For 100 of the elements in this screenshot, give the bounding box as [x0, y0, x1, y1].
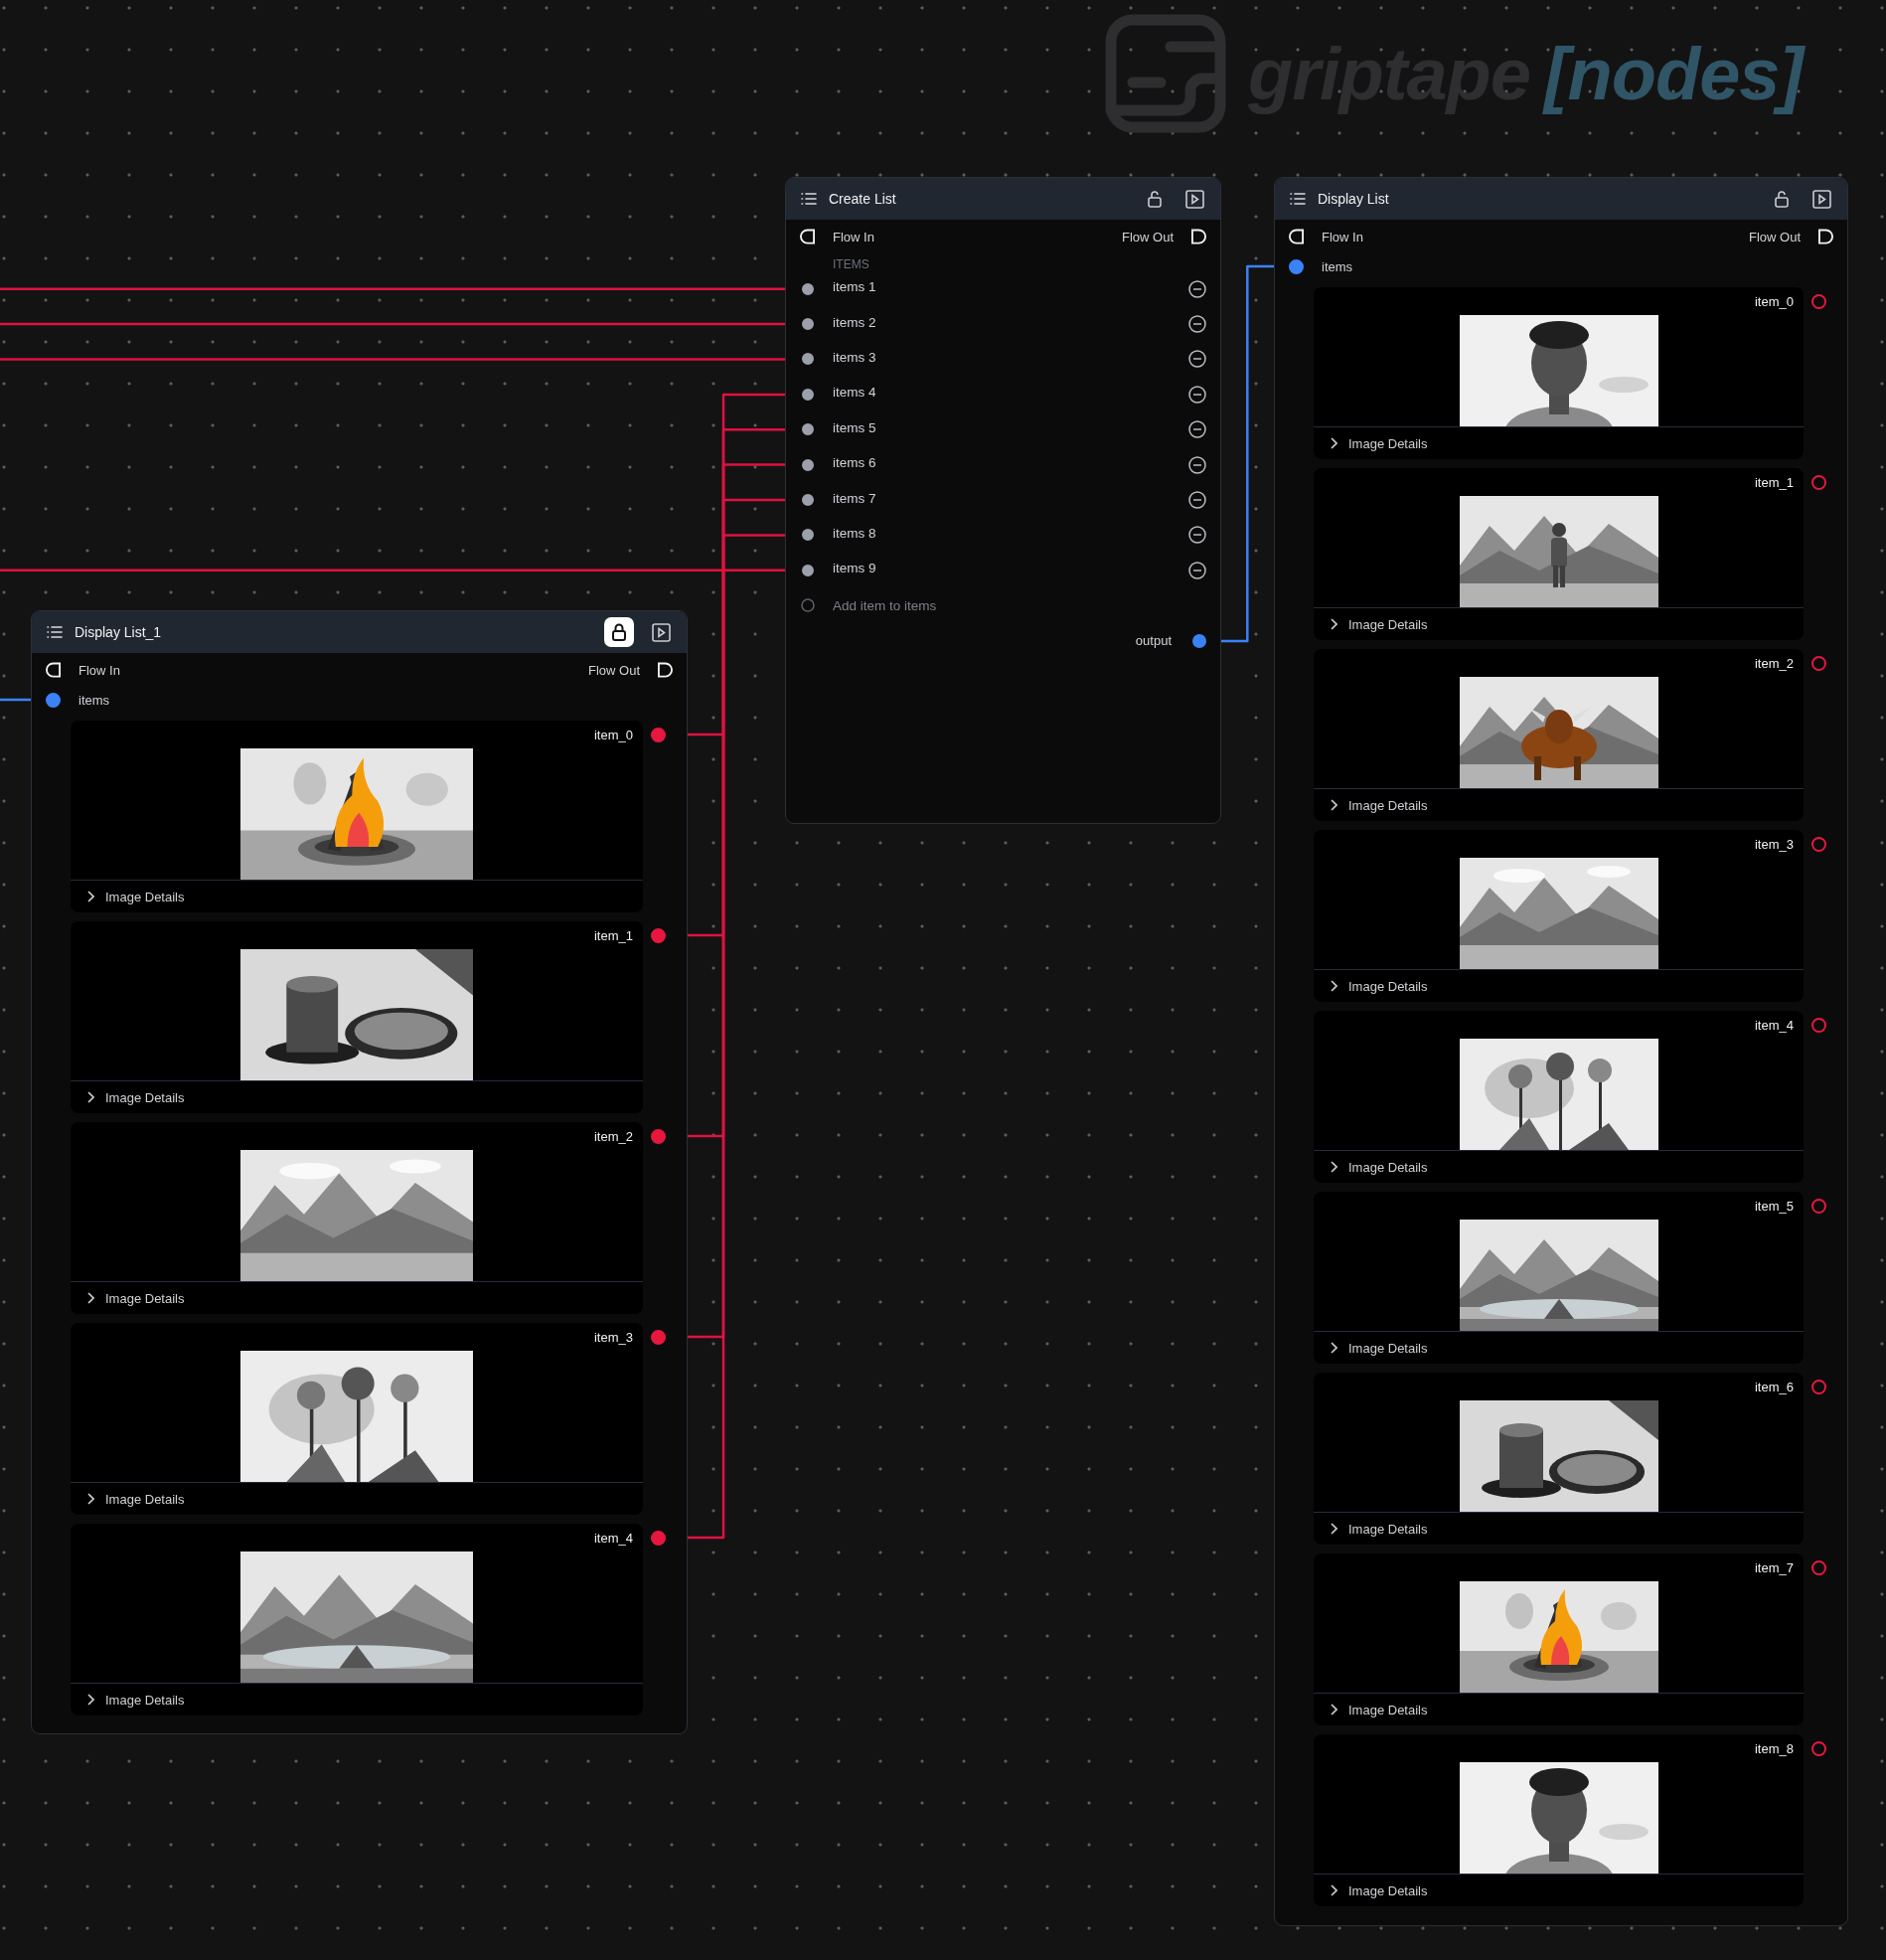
output-label: item_0 — [593, 727, 633, 742]
input-port[interactable] — [801, 458, 814, 471]
logo-text: [nodes] — [1543, 31, 1804, 116]
output-label: item_2 — [1754, 655, 1794, 671]
image-details-toggle[interactable]: Image Details — [86, 889, 185, 904]
output-label: item_0 — [1754, 293, 1794, 309]
port-label: Flow In — [1322, 229, 1363, 245]
output-port[interactable] — [650, 727, 666, 742]
image-details-toggle[interactable]: Image Details — [86, 1290, 185, 1306]
input-port[interactable] — [801, 353, 814, 366]
unlock-icon — [1774, 190, 1790, 208]
output-port[interactable] — [1810, 1559, 1826, 1575]
lock-button[interactable] — [604, 617, 634, 647]
input-port[interactable] — [801, 564, 814, 576]
output-port[interactable] — [650, 1530, 666, 1546]
image-details-toggle[interactable]: Image Details — [1330, 1340, 1428, 1356]
output-port[interactable] — [1810, 1198, 1826, 1214]
flow-out-port[interactable] — [658, 662, 673, 678]
image-details-toggle[interactable]: Image Details — [1330, 978, 1428, 994]
parameter-label: items 8 — [833, 525, 876, 541]
play-icon — [1812, 189, 1831, 209]
remove-icon[interactable] — [1188, 279, 1206, 298]
output-port[interactable] — [1810, 1379, 1826, 1394]
image-details-toggle[interactable]: Image Details — [1330, 435, 1428, 451]
list-icon — [1290, 192, 1306, 206]
output-port[interactable] — [1810, 836, 1826, 852]
input-port[interactable] — [801, 388, 814, 401]
image-details-toggle[interactable]: Image Details — [1330, 616, 1428, 632]
remove-icon[interactable] — [1188, 526, 1206, 545]
remove-icon[interactable] — [1188, 385, 1206, 404]
port-label: Flow Out — [588, 662, 640, 678]
node-title: Display List_1 — [75, 624, 163, 640]
flow-in-port[interactable] — [800, 229, 815, 245]
node-title: Create List — [829, 191, 897, 207]
add-item-button[interactable]: Add item to items — [833, 597, 937, 613]
input-port[interactable] — [801, 318, 814, 331]
run-button[interactable] — [652, 622, 671, 642]
run-button[interactable] — [1185, 189, 1204, 209]
parameter-label: items 9 — [833, 561, 876, 576]
image-details-toggle[interactable]: Image Details — [86, 1089, 185, 1105]
flow-out-port[interactable] — [1191, 229, 1206, 245]
chevron-icon — [1330, 1704, 1337, 1715]
image-details-toggle[interactable]: Image Details — [86, 1491, 185, 1507]
chevron-icon — [86, 1694, 94, 1706]
output-port[interactable] — [1810, 293, 1826, 309]
input-port[interactable] — [801, 282, 814, 295]
flow-in-port[interactable] — [1289, 229, 1304, 245]
chevron-icon — [1330, 437, 1337, 449]
output-port[interactable] — [1810, 474, 1826, 490]
chevron-icon — [1330, 1523, 1337, 1535]
image-details-toggle[interactable]: Image Details — [1330, 1882, 1428, 1898]
output-port[interactable] — [1810, 655, 1826, 671]
remove-icon[interactable] — [1188, 315, 1206, 334]
remove-icon[interactable] — [1188, 455, 1206, 474]
input-port[interactable] — [1289, 258, 1304, 274]
image-details-toggle[interactable]: Image Details — [1330, 1702, 1428, 1717]
port-label: Flow In — [833, 229, 874, 245]
flow-out-port[interactable] — [1818, 229, 1833, 245]
output-port[interactable] — [650, 927, 666, 943]
chevron-icon — [1330, 799, 1337, 811]
output-port[interactable] — [1191, 633, 1206, 648]
play-icon — [1185, 189, 1204, 209]
output-port[interactable] — [1810, 1017, 1826, 1033]
remove-icon[interactable] — [1188, 350, 1206, 369]
play-icon — [652, 622, 671, 642]
chevron-icon — [1330, 618, 1337, 630]
remove-icon[interactable] — [1188, 491, 1206, 510]
output-label: item_1 — [1754, 474, 1794, 490]
lock-icon — [611, 623, 627, 641]
flow-in-port[interactable] — [46, 662, 61, 678]
output-label: item_2 — [593, 1128, 633, 1144]
output-label: item_4 — [593, 1530, 633, 1546]
output-port[interactable] — [650, 1128, 666, 1144]
list-icon — [801, 192, 817, 206]
port-label: Flow Out — [1122, 229, 1174, 245]
image-details-toggle[interactable]: Image Details — [86, 1692, 185, 1708]
chevron-icon — [1330, 1342, 1337, 1354]
output-label: item_6 — [1754, 1379, 1794, 1394]
parameter-label: items 6 — [833, 455, 876, 471]
run-button[interactable] — [1812, 189, 1831, 209]
output-label: item_1 — [593, 927, 633, 943]
image-details-toggle[interactable]: Image Details — [1330, 1159, 1428, 1175]
input-port[interactable] — [801, 494, 814, 507]
remove-icon[interactable] — [1188, 561, 1206, 579]
input-port[interactable] — [801, 529, 814, 542]
chevron-icon — [1330, 1884, 1337, 1896]
output-port[interactable] — [1810, 1740, 1826, 1756]
port-label: items — [79, 692, 110, 708]
input-port[interactable] — [801, 423, 814, 436]
image-details-toggle[interactable]: Image Details — [1330, 1521, 1428, 1537]
parameter-label: items 7 — [833, 490, 876, 506]
input-port[interactable] — [46, 692, 61, 708]
image-details-toggle[interactable]: Image Details — [1330, 797, 1428, 813]
chevron-icon — [86, 1292, 94, 1304]
chevron-icon — [1330, 1161, 1337, 1173]
add-port-icon — [800, 598, 815, 613]
output-port[interactable] — [650, 1329, 666, 1345]
remove-icon[interactable] — [1188, 420, 1206, 439]
output-label: item_8 — [1754, 1740, 1794, 1756]
output-label: item_3 — [1754, 836, 1794, 852]
